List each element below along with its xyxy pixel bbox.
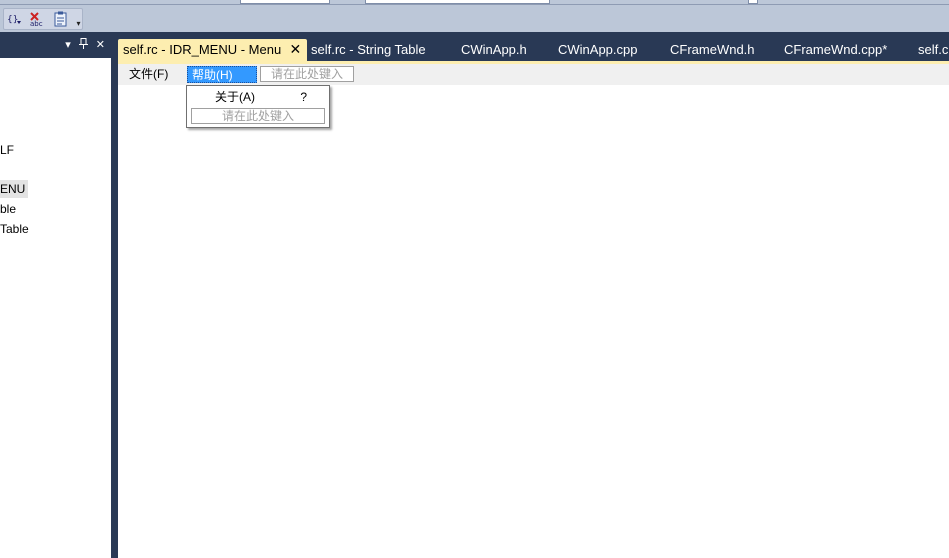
tree-item[interactable]: LF [0,141,14,159]
tree-item-selected[interactable]: ENU [0,180,29,198]
menu-help[interactable]: 帮助(H) [187,66,257,83]
document-area: self.rc - IDR_MENU - Menu ✕ self.rc - St… [118,32,949,558]
tab-cwinapp-h[interactable]: CWinApp.h [456,39,532,62]
tab-cwinapp-cpp[interactable]: CWinApp.cpp [553,39,642,62]
toolbar-group: {} abc ▾ [3,8,83,30]
clipboard-icon[interactable] [53,10,69,28]
svg-text:abc: abc [30,20,43,27]
menu-bar: 文件(F) 帮助(H) 请在此处键入 [118,64,949,85]
toolbar-scroll-button[interactable] [748,0,758,4]
help-dropdown-menu: 关于(A) ? 请在此处键入 [186,85,330,128]
panel-header: ▾ ✕ [0,32,111,58]
configuration-combo[interactable] [240,0,330,4]
tab-idr-menu[interactable]: self.rc - IDR_MENU - Menu ✕ [118,39,308,62]
platform-combo[interactable] [365,0,550,4]
toolbar-overflow-icon[interactable]: ▾ [75,10,82,28]
about-shortcut: ? [300,90,307,104]
resource-view-panel: ▾ ✕ LF ENU ble Table [0,32,111,558]
tree-item[interactable]: Table [0,220,29,238]
svg-text:{}: {} [7,15,18,25]
close-tab-icon[interactable]: ✕ [289,39,301,60]
menu-editor-canvas[interactable]: 文件(F) 帮助(H) 请在此处键入 关于(A) ? 请在此处键入 [118,64,949,558]
about-label: 关于(A) [215,90,255,104]
panel-dropdown-icon[interactable]: ▾ [65,39,71,51]
code-view-icon[interactable]: {} [7,10,23,28]
panel-splitter[interactable] [111,32,118,558]
document-tab-strip: self.rc - IDR_MENU - Menu ✕ self.rc - St… [118,32,949,62]
spellcheck-icon[interactable]: abc [29,10,47,28]
menu-item-about[interactable]: 关于(A) ? [191,89,325,106]
tree-item[interactable]: ble [0,200,16,218]
tab-self-c[interactable]: self.c [913,39,949,62]
toolbar-row: {} abc ▾ [0,5,949,32]
menubar-type-here[interactable]: 请在此处键入 [260,66,355,82]
close-panel-icon[interactable]: ✕ [96,39,105,51]
tab-cframewnd-h[interactable]: CFrameWnd.h [665,39,760,62]
tab-string-table[interactable]: self.rc - String Table [306,39,431,62]
pin-icon[interactable] [78,38,88,52]
tab-cframewnd-cpp[interactable]: CFrameWnd.cpp* [779,39,892,62]
dropdown-type-here[interactable]: 请在此处键入 [191,108,325,124]
tab-label: self.rc - IDR_MENU - Menu [123,42,282,57]
menu-file[interactable]: 文件(F) [125,66,172,83]
